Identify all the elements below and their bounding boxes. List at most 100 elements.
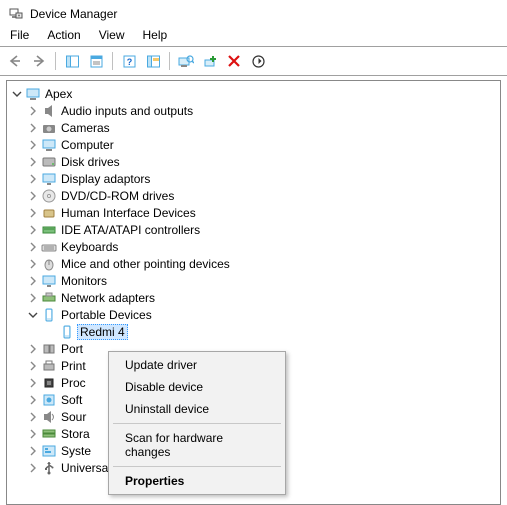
tree-node-label: Keyboards <box>61 240 118 254</box>
chevron-right-icon[interactable] <box>27 343 39 355</box>
tree-root[interactable]: Apex <box>7 85 500 102</box>
cm-disable-device[interactable]: Disable device <box>111 376 283 398</box>
back-button[interactable] <box>4 50 26 72</box>
cm-update-driver[interactable]: Update driver <box>111 354 283 376</box>
chevron-right-icon[interactable] <box>27 173 39 185</box>
action-button[interactable] <box>142 50 164 72</box>
cm-scan-hardware[interactable]: Scan for hardware changes <box>111 427 283 463</box>
menu-action[interactable]: Action <box>47 28 80 42</box>
chevron-right-icon[interactable] <box>27 411 39 423</box>
chevron-down-icon[interactable] <box>27 309 39 321</box>
tree-node[interactable]: Network adapters <box>7 289 500 306</box>
tree-node-label: Cameras <box>61 121 110 135</box>
tree-node-label: Proc <box>61 376 86 390</box>
tree-node-label: Port <box>61 342 83 356</box>
chevron-down-icon[interactable] <box>11 88 23 100</box>
scan-hardware-button[interactable] <box>175 50 197 72</box>
tree-node-label: IDE ATA/ATAPI controllers <box>61 223 200 237</box>
tree-root-label: Apex <box>45 87 72 101</box>
menu-file[interactable]: File <box>10 28 29 42</box>
cm-properties[interactable]: Properties <box>111 470 283 492</box>
chevron-right-icon[interactable] <box>27 275 39 287</box>
tree-node[interactable]: DVD/CD-ROM drives <box>7 187 500 204</box>
software-icon <box>41 392 57 408</box>
cm-uninstall-device[interactable]: Uninstall device <box>111 398 283 420</box>
sound-icon <box>41 409 57 425</box>
properties-button[interactable] <box>85 50 107 72</box>
chevron-right-icon[interactable] <box>27 377 39 389</box>
chevron-right-icon[interactable] <box>27 360 39 372</box>
cm-separator <box>113 423 281 424</box>
system-icon <box>41 443 57 459</box>
chevron-right-icon[interactable] <box>27 105 39 117</box>
menu-help[interactable]: Help <box>143 28 168 42</box>
chevron-right-icon[interactable] <box>27 292 39 304</box>
cm-separator <box>113 466 281 467</box>
tree-node-label: Sour <box>61 410 86 424</box>
disable-button[interactable] <box>247 50 269 72</box>
tree-node[interactable]: Keyboards <box>7 238 500 255</box>
context-menu: Update driver Disable device Uninstall d… <box>108 351 286 495</box>
usb-icon <box>41 460 57 476</box>
tree-node-label: Computer <box>61 138 114 152</box>
disk-icon <box>41 154 57 170</box>
portable-icon <box>59 324 75 340</box>
speaker-icon <box>41 103 57 119</box>
tree-node-label: Disk drives <box>61 155 120 169</box>
chevron-right-icon[interactable] <box>27 156 39 168</box>
tree-node[interactable]: Portable Devices <box>7 306 500 323</box>
computer-icon <box>41 137 57 153</box>
chevron-right-icon[interactable] <box>27 462 39 474</box>
tree-node-label: Portable Devices <box>61 308 152 322</box>
print-icon <box>41 358 57 374</box>
chevron-right-icon[interactable] <box>27 394 39 406</box>
title-bar: Device Manager <box>0 0 507 26</box>
keyboard-icon <box>41 239 57 255</box>
chevron-right-icon[interactable] <box>27 445 39 457</box>
tree-device-label: Redmi 4 <box>77 324 128 340</box>
toolbar-separator <box>55 52 56 70</box>
chevron-right-icon[interactable] <box>27 224 39 236</box>
menu-view[interactable]: View <box>99 28 125 42</box>
chevron-right-icon[interactable] <box>27 428 39 440</box>
portable-icon <box>41 307 57 323</box>
tree-node[interactable]: IDE ATA/ATAPI controllers <box>7 221 500 238</box>
hid-icon <box>41 205 57 221</box>
chevron-right-icon[interactable] <box>27 139 39 151</box>
menu-bar: File Action View Help <box>0 26 507 46</box>
tree-node[interactable]: Mice and other pointing devices <box>7 255 500 272</box>
uninstall-button[interactable] <box>223 50 245 72</box>
tree-node-label: Monitors <box>61 274 107 288</box>
chevron-right-icon[interactable] <box>27 258 39 270</box>
toolbar-separator <box>169 52 170 70</box>
svg-text:?: ? <box>126 57 132 67</box>
tree-node[interactable]: Disk drives <box>7 153 500 170</box>
camera-icon <box>41 120 57 136</box>
computer-icon <box>25 86 41 102</box>
network-icon <box>41 290 57 306</box>
tree-node[interactable]: Computer <box>7 136 500 153</box>
display-icon <box>41 171 57 187</box>
cpu-icon <box>41 375 57 391</box>
show-hide-tree-button[interactable] <box>61 50 83 72</box>
tree-node-label: Print <box>61 359 86 373</box>
chevron-right-icon[interactable] <box>27 207 39 219</box>
chevron-right-icon[interactable] <box>27 241 39 253</box>
tree-node-label: DVD/CD-ROM drives <box>61 189 174 203</box>
tree-node[interactable]: Audio inputs and outputs <box>7 102 500 119</box>
chevron-right-icon[interactable] <box>27 122 39 134</box>
add-legacy-button[interactable] <box>199 50 221 72</box>
tree-device-selected[interactable]: Redmi 4 <box>7 323 500 340</box>
tree-node-label: Syste <box>61 444 91 458</box>
tree-node-label: Soft <box>61 393 82 407</box>
forward-button[interactable] <box>28 50 50 72</box>
tree-node[interactable]: Display adaptors <box>7 170 500 187</box>
tree-node-label: Network adapters <box>61 291 155 305</box>
help-button[interactable]: ? <box>118 50 140 72</box>
tree-node[interactable]: Human Interface Devices <box>7 204 500 221</box>
tree-node[interactable]: Cameras <box>7 119 500 136</box>
tree-node[interactable]: Monitors <box>7 272 500 289</box>
tree-node-label: Human Interface Devices <box>61 206 196 220</box>
ide-icon <box>41 222 57 238</box>
chevron-right-icon[interactable] <box>27 190 39 202</box>
